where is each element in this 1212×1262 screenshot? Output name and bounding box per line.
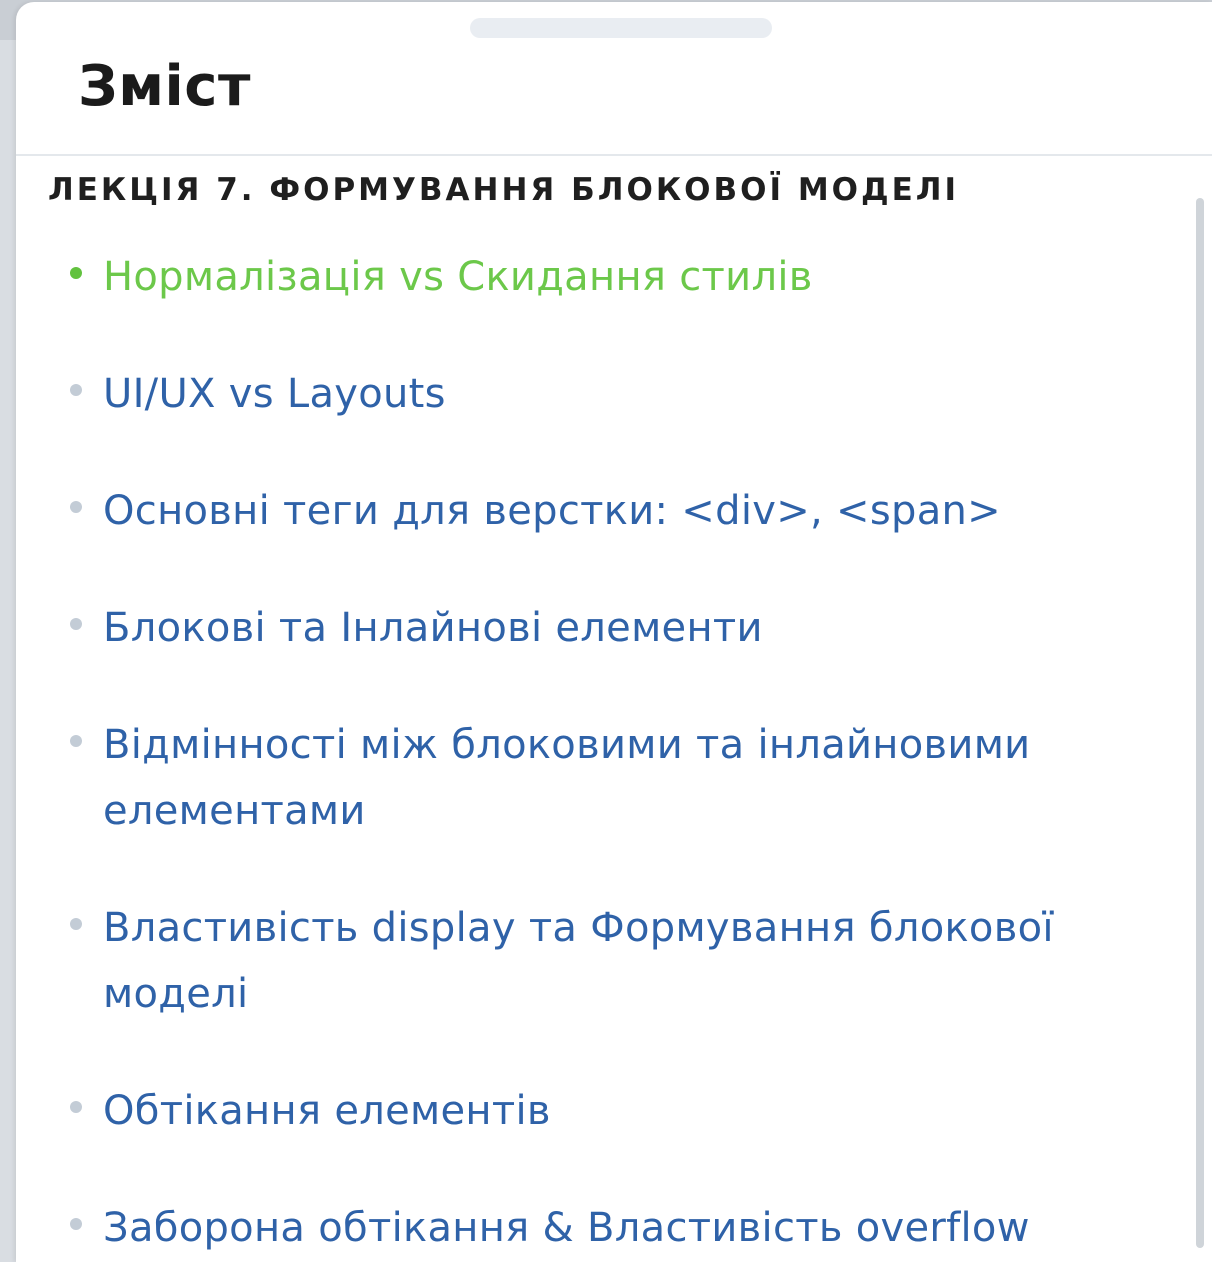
- bullet-icon: [70, 735, 82, 747]
- toc-item-float[interactable]: Обтікання елементів: [70, 1078, 1110, 1144]
- sheet-title: Зміст: [78, 54, 251, 119]
- bullet-icon: [70, 1101, 82, 1113]
- section-heading: ЛЕКЦІЯ 7. ФОРМУВАННЯ БЛОКОВОЇ МОДЕЛІ: [48, 172, 960, 208]
- bullet-icon: [70, 618, 82, 630]
- toc-item-display[interactable]: Властивість display та Формування блоков…: [70, 895, 1110, 1027]
- bullet-icon: [70, 501, 82, 513]
- sheet-grabber-handle[interactable]: [470, 18, 772, 38]
- toc-link[interactable]: Властивість display та Формування блоков…: [103, 895, 1103, 1027]
- toc-item-overflow[interactable]: Заборона обтікання & Властивість overflo…: [70, 1195, 1110, 1261]
- bullet-icon: [70, 1218, 82, 1230]
- bullet-icon: [70, 384, 82, 396]
- toc-link[interactable]: Відмінності між блоковими та інлайновими…: [103, 712, 1103, 844]
- bullet-icon: [70, 267, 82, 279]
- toc-link[interactable]: Нормалізація vs Скидання стилів: [103, 244, 813, 310]
- bullet-icon: [70, 918, 82, 930]
- toc-item-normalization[interactable]: Нормалізація vs Скидання стилів: [70, 244, 1110, 310]
- scrollbar-thumb[interactable]: [1196, 198, 1204, 1248]
- table-of-contents-sheet: Зміст ЛЕКЦІЯ 7. ФОРМУВАННЯ БЛОКОВОЇ МОДЕ…: [16, 2, 1212, 1262]
- toc-link[interactable]: Основні теги для верстки: <div>, <span>: [103, 478, 1001, 544]
- toc-item-differences[interactable]: Відмінності між блоковими та інлайновими…: [70, 712, 1110, 844]
- toc-link[interactable]: Блокові та Інлайнові елементи: [103, 595, 763, 661]
- toc-item-block-inline[interactable]: Блокові та Інлайнові елементи: [70, 595, 1110, 661]
- toc-link[interactable]: Заборона обтікання & Властивість overflo…: [103, 1195, 1030, 1261]
- toc-scroll-area[interactable]: ЛЕКЦІЯ 7. ФОРМУВАННЯ БЛОКОВОЇ МОДЕЛІ Нор…: [16, 156, 1212, 1262]
- toc-item-ui-ux[interactable]: UI/UX vs Layouts: [70, 361, 1110, 427]
- toc-item-layout-tags[interactable]: Основні теги для верстки: <div>, <span>: [70, 478, 1110, 544]
- toc-link[interactable]: UI/UX vs Layouts: [103, 361, 446, 427]
- toc-link[interactable]: Обтікання елементів: [103, 1078, 551, 1144]
